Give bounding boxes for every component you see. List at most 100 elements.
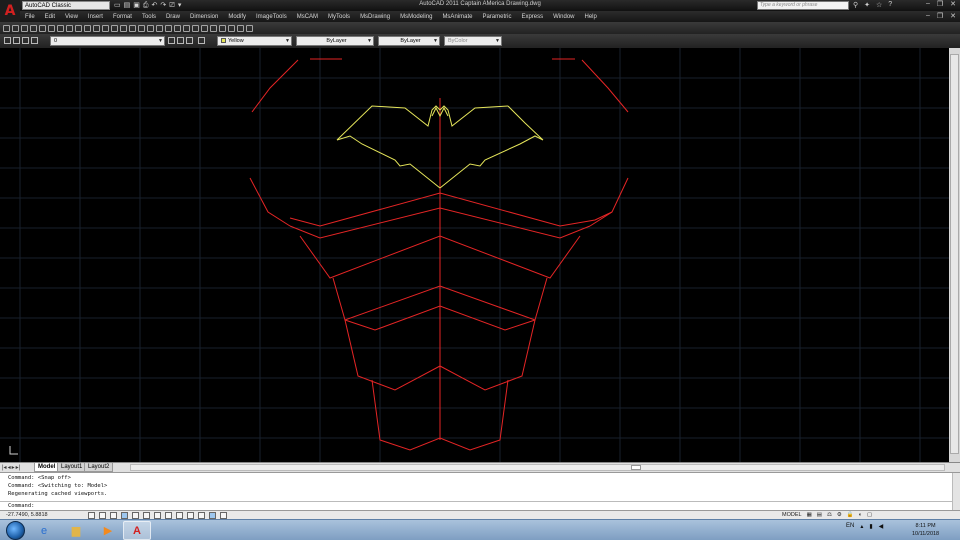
layer-on-icon[interactable]	[22, 37, 29, 44]
layer-previous-icon[interactable]	[177, 37, 184, 44]
plotstyle-select[interactable]: ByColor ▼	[444, 36, 502, 46]
osnap-toggle[interactable]	[132, 512, 139, 519]
subscription-icon[interactable]: ✦	[864, 1, 870, 9]
menu-item[interactable]: Tools	[137, 14, 161, 20]
menu-item[interactable]: Modify	[223, 14, 251, 20]
color-select[interactable]: Yellow ▼	[217, 36, 292, 46]
menu-item[interactable]: ImageTools	[251, 14, 292, 20]
ducs-toggle[interactable]	[165, 512, 172, 519]
grid-toggle[interactable]	[99, 512, 106, 519]
toolbar-button[interactable]	[129, 24, 136, 32]
emblem-top-left[interactable]	[336, 105, 509, 141]
drawing-restore-icon[interactable]: ❐	[937, 12, 943, 20]
side-left[interactable]	[249, 177, 291, 227]
toolbar-button[interactable]	[120, 24, 127, 32]
media-task-button[interactable]: ▶	[94, 521, 122, 540]
side-right[interactable]	[589, 177, 629, 227]
volume-icon[interactable]: ◀	[879, 523, 884, 530]
layer-match-icon[interactable]	[186, 37, 193, 44]
toolbar-button[interactable]	[165, 24, 172, 32]
drawing-area[interactable]	[0, 48, 949, 462]
toolbar-button[interactable]	[219, 24, 226, 32]
ortho-toggle[interactable]	[110, 512, 117, 519]
menu-item[interactable]: Dimension	[185, 14, 223, 20]
menu-item[interactable]: MsDrawing	[355, 14, 395, 20]
3dosnap-toggle[interactable]	[143, 512, 150, 519]
last-tab-icon[interactable]: ▸|	[16, 464, 21, 471]
explorer-task-button[interactable]: ▆	[62, 521, 90, 540]
toolbar-button[interactable]	[237, 24, 244, 32]
menu-item[interactable]: File	[20, 14, 40, 20]
toolbar-button[interactable]	[174, 24, 181, 32]
toolbar-button[interactable]	[93, 24, 100, 32]
tab-layout2[interactable]: Layout2	[84, 463, 114, 472]
menu-item[interactable]: View	[60, 14, 83, 20]
polar-toggle[interactable]	[121, 512, 128, 519]
search-input[interactable]: Type a keyword or phrase	[757, 1, 849, 10]
emblem-left-wing[interactable]	[336, 135, 441, 189]
toolbar-button[interactable]	[12, 24, 19, 32]
start-button[interactable]	[6, 521, 25, 540]
autocad-task-button[interactable]: A	[123, 521, 151, 540]
toolbar-button[interactable]	[147, 24, 154, 32]
first-tab-icon[interactable]: |◂	[2, 464, 7, 471]
toolbar-button[interactable]	[48, 24, 55, 32]
network-icon[interactable]: ▮	[869, 523, 872, 530]
make-current-icon[interactable]	[168, 37, 175, 44]
command-input[interactable]: Command:	[0, 501, 952, 510]
menu-item[interactable]: Draw	[161, 14, 185, 20]
language-indicator[interactable]: EN	[846, 523, 854, 530]
linetype-select[interactable]: ByLayer ▼	[296, 36, 374, 46]
menu-item[interactable]: Express	[516, 14, 548, 20]
toolbar-button[interactable]	[192, 24, 199, 32]
drawing-close-icon[interactable]: ✕	[950, 12, 956, 20]
toolbar-button[interactable]	[21, 24, 28, 32]
toolbar-button[interactable]	[57, 24, 64, 32]
layer-select[interactable]: 0 ▼	[50, 36, 165, 46]
application-menu-button[interactable]: A	[0, 0, 20, 22]
horizontal-scrollbar[interactable]	[130, 464, 945, 471]
toolbar-button[interactable]	[39, 24, 46, 32]
layer-properties-icon[interactable]	[4, 37, 11, 44]
toolbar-button[interactable]	[75, 24, 82, 32]
otrack-toggle[interactable]	[154, 512, 161, 519]
vertical-scroll-thumb[interactable]	[950, 54, 959, 454]
minimize-icon[interactable]: –	[926, 0, 930, 8]
tpy-toggle[interactable]	[198, 512, 205, 519]
menu-item[interactable]: Help	[580, 14, 602, 20]
prev-tab-icon[interactable]: ◂	[8, 464, 11, 471]
match-properties-icon[interactable]	[198, 37, 205, 44]
toolbar-button[interactable]	[111, 24, 118, 32]
dyn-toggle[interactable]	[176, 512, 183, 519]
toolbar-button[interactable]	[210, 24, 217, 32]
toolbar-button[interactable]	[3, 24, 10, 32]
help-icon[interactable]: ?	[888, 1, 892, 9]
menu-item[interactable]: Parametric	[477, 14, 516, 20]
qp-toggle[interactable]	[209, 512, 216, 519]
layer-state-icon[interactable]	[13, 37, 20, 44]
communication-icon[interactable]: ☆	[876, 1, 882, 9]
emblem-right-wing[interactable]	[439, 105, 544, 189]
menu-item[interactable]: Edit	[40, 14, 60, 20]
layer-freeze-icon[interactable]	[31, 37, 38, 44]
binoculars-icon[interactable]: ⚲	[853, 1, 858, 9]
lwt-toggle[interactable]	[187, 512, 194, 519]
menu-item[interactable]: MsCAM	[292, 14, 323, 20]
horizontal-scroll-thumb[interactable]	[631, 465, 641, 470]
shoulder-left[interactable]	[251, 59, 299, 113]
show-hidden-icons-icon[interactable]: ▴	[860, 523, 863, 530]
toolbar-button[interactable]	[66, 24, 73, 32]
toolbar-button[interactable]	[156, 24, 163, 32]
red-entities[interactable]	[249, 58, 629, 451]
ie-task-button[interactable]: e	[30, 521, 58, 540]
command-scrollbar[interactable]	[952, 473, 960, 511]
menu-item[interactable]: MsAnimate	[437, 14, 477, 20]
model-space-canvas[interactable]	[0, 48, 949, 462]
toolbar-button[interactable]	[102, 24, 109, 32]
lineweight-select[interactable]: ByLayer ▼	[378, 36, 440, 46]
toolbar-button[interactable]	[138, 24, 145, 32]
toolbar-button[interactable]	[246, 24, 253, 32]
menu-item[interactable]: Insert	[83, 14, 108, 20]
menu-item[interactable]: Format	[108, 14, 137, 20]
vertical-scrollbar[interactable]	[949, 48, 960, 462]
